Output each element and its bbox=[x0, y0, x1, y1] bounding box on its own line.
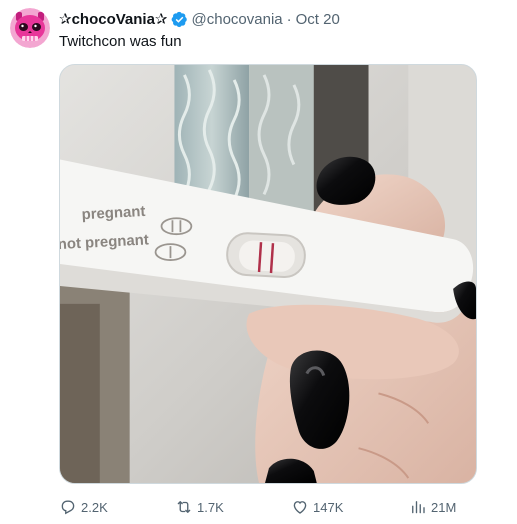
views-button[interactable]: 21M bbox=[409, 497, 456, 517]
separator-dot: · bbox=[286, 10, 292, 28]
retweet-button[interactable]: 1.7K bbox=[175, 497, 224, 517]
display-name[interactable]: ✰chocoVania✰ bbox=[59, 10, 168, 28]
handle[interactable]: @chocovania bbox=[192, 11, 283, 28]
like-count: 147K bbox=[313, 499, 344, 515]
reply-count: 2.2K bbox=[81, 499, 108, 515]
heart-icon bbox=[293, 501, 307, 514]
pregnancy-test-photo: pregnant not pregnant bbox=[60, 65, 476, 483]
reply-icon bbox=[61, 500, 75, 515]
tweet: ✰chocoVania✰ @chocovania · Oct 20 Twitch… bbox=[0, 0, 517, 524]
views-bar-chart-icon bbox=[412, 501, 425, 514]
reply-button[interactable]: 2.2K bbox=[59, 497, 108, 517]
pink-skull-avatar-icon bbox=[10, 8, 50, 48]
verified-badge-icon[interactable] bbox=[171, 11, 188, 28]
views-count: 21M bbox=[431, 499, 457, 515]
test-label-pregnant: pregnant bbox=[81, 203, 146, 223]
like-button[interactable]: 147K bbox=[291, 497, 343, 517]
tweet-text: Twitchcon was fun bbox=[59, 33, 182, 50]
tweet-media-photo[interactable]: pregnant not pregnant bbox=[59, 64, 477, 484]
tweet-date[interactable]: Oct 20 bbox=[296, 11, 340, 28]
tweet-header: ✰chocoVania✰ @chocovania · Oct 20 bbox=[59, 9, 340, 29]
tweet-actions: 2.2K 1.7K 147K 21M bbox=[59, 497, 477, 517]
retweet-icon bbox=[177, 501, 191, 513]
retweet-count: 1.7K bbox=[197, 499, 224, 515]
avatar[interactable] bbox=[10, 8, 50, 48]
